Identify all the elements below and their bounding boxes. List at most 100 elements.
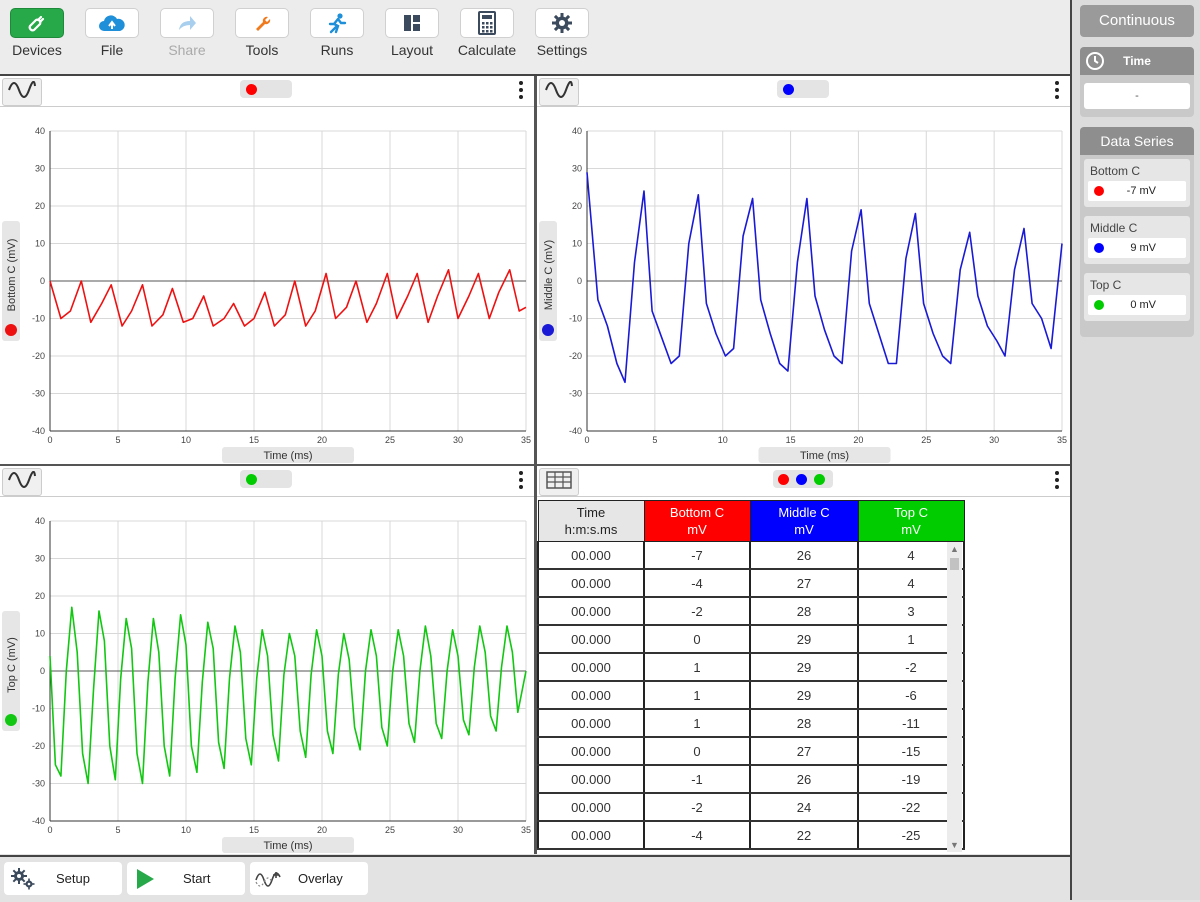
table-cell: 26 [749,541,859,570]
settings-button[interactable]: Settings [532,8,592,58]
table-cell: 28 [749,597,859,626]
table-body: 00.000 -7 26 4 00.000 -4 27 4 00.000 -2 28 3 00.000 0… [537,541,965,850]
devices-label: Devices [12,42,62,58]
graph-type-button[interactable] [2,468,42,496]
table-cell: 00.000 [537,821,645,850]
x-tick-label: 35 [1057,435,1067,445]
table-cell: 27 [749,737,859,766]
series-name: Middle C [1090,221,1138,235]
x-tick-label: 0 [584,435,589,445]
calculate-button[interactable]: Calculate [457,8,517,58]
x-tick-label: 15 [249,435,259,445]
y-axis-label-group[interactable]: Middle C (mV) [539,221,557,341]
setup-button[interactable]: Setup [4,862,122,895]
graph-type-button[interactable] [539,78,579,106]
data-series-header: Data Series [1080,127,1194,155]
time-column-header[interactable]: Time h:m:s.ms [537,500,645,542]
x-tick-label: 15 [249,825,259,835]
y-tick-label: 10 [35,239,45,249]
series-selector-pill[interactable] [240,80,292,98]
table-cell: 0 [643,625,751,654]
series-item-top-c[interactable]: Top C 0 mV [1084,273,1190,321]
table-header-row: Time h:m:s.ms Bottom C mV Middle C mV To… [537,500,965,542]
layout-label: Layout [390,42,434,58]
file-label: File [100,42,124,58]
time-panel-header[interactable]: Time [1080,47,1194,75]
y-tick-label: -30 [32,389,45,399]
right-sidebar: Continuous Time - Data Series Bottom C -… [1070,0,1200,900]
table-row[interactable]: 00.000 1 28 -11 [537,709,965,738]
y-tick-label: 40 [35,126,45,136]
table-row[interactable]: 00.000 -4 22 -25 [537,821,965,850]
series-value: -7 mV [1126,185,1156,197]
y-axis-label-group[interactable]: Top C (mV) [2,611,20,731]
table-cell: 1 [643,681,751,710]
table-row[interactable]: 00.000 0 27 -15 [537,737,965,766]
series-selector-pill[interactable] [773,470,833,488]
blue-dot-icon [783,84,794,95]
table-row[interactable]: 00.000 -2 24 -22 [537,793,965,822]
table-scrollbar[interactable]: ▲ ▼ [947,542,962,852]
tools-button[interactable]: Tools [232,8,292,58]
x-tick-label: 5 [115,435,120,445]
series-item-bottom-c[interactable]: Bottom C -7 mV [1084,159,1190,207]
table-row[interactable]: 00.000 -7 26 4 [537,541,965,570]
continuous-mode-button[interactable]: Continuous [1080,5,1194,37]
y-tick-label: 20 [35,591,45,601]
overlay-button[interactable]: Overlay [250,862,368,895]
table-cell: 28 [749,709,859,738]
layout-button[interactable]: Layout [382,8,442,58]
table-row[interactable]: 00.000 -2 28 3 [537,597,965,626]
series-item-middle-c[interactable]: Middle C 9 mV [1084,216,1190,264]
table-cell: -7 [643,541,751,570]
y-axis-label-group[interactable]: Bottom C (mV) [2,221,20,341]
middle-c-chart[interactable]: 0 5 10 15 20 25 30 35 -40 -30 -20 -10 0 10 20 30 40 Time … [537,106,1070,464]
devices-button[interactable]: Devices [7,8,67,58]
file-button[interactable]: File [82,8,142,58]
more-options-icon[interactable] [1054,471,1060,493]
bottom-c-column-header[interactable]: Bottom C mV [643,500,751,542]
x-tick-label: 25 [385,435,395,445]
series-selector-pill[interactable] [240,470,292,488]
tools-label: Tools [245,42,279,58]
table-icon [546,470,572,494]
y-tick-label: 10 [35,629,45,639]
table-row[interactable]: 00.000 -4 27 4 [537,569,965,598]
y-tick-label: 30 [35,554,45,564]
red-dot-icon [778,474,789,485]
top-c-chart[interactable]: 0 5 10 15 20 25 30 35 -40 -30 -20 -10 0 10 20 30 40 Time … [0,496,534,854]
main-toolbar: Devices File Share Tools Runs Layout Cal… [0,0,1070,76]
runs-button[interactable]: Runs [307,8,367,58]
more-options-icon[interactable] [518,81,524,103]
series-line [586,172,1063,384]
time-value: - [1135,90,1139,102]
table-row[interactable]: 00.000 -1 26 -19 [537,765,965,794]
series-value-field: 0 mV [1088,295,1186,315]
bottom-c-chart[interactable]: 0 5 10 15 20 25 30 35 -40 -30 -20 -10 0 10 20 30 40 Time … [0,106,534,464]
y-tick-label: 20 [35,201,45,211]
table-row[interactable]: 00.000 1 29 -6 [537,681,965,710]
table-row[interactable]: 00.000 0 29 1 [537,625,965,654]
y-tick-label: -20 [32,741,45,751]
middle-c-column-header[interactable]: Middle C mV [749,500,859,542]
table-cell: -2 [643,793,751,822]
x-tick-label: 20 [317,825,327,835]
scrollbar-thumb[interactable] [950,558,959,570]
table-cell: -1 [643,765,751,794]
table-type-button[interactable] [539,468,579,496]
gears-icon [10,867,36,894]
more-options-icon[interactable] [1054,81,1060,103]
more-options-icon[interactable] [518,471,524,493]
series-color-dot-icon [542,324,554,336]
graph-panel-bar [537,76,1070,107]
settings-label: Settings [536,42,588,58]
series-color-dot-icon [5,714,17,726]
series-name: Top C [1090,278,1122,292]
table-row[interactable]: 00.000 1 29 -2 [537,653,965,682]
top-c-column-header[interactable]: Top C mV [857,500,965,542]
share-button[interactable]: Share [157,8,217,58]
graph-type-button[interactable] [2,78,42,106]
series-selector-pill[interactable] [777,80,829,98]
table-cell: 00.000 [537,541,645,570]
start-button[interactable]: Start [127,862,245,895]
